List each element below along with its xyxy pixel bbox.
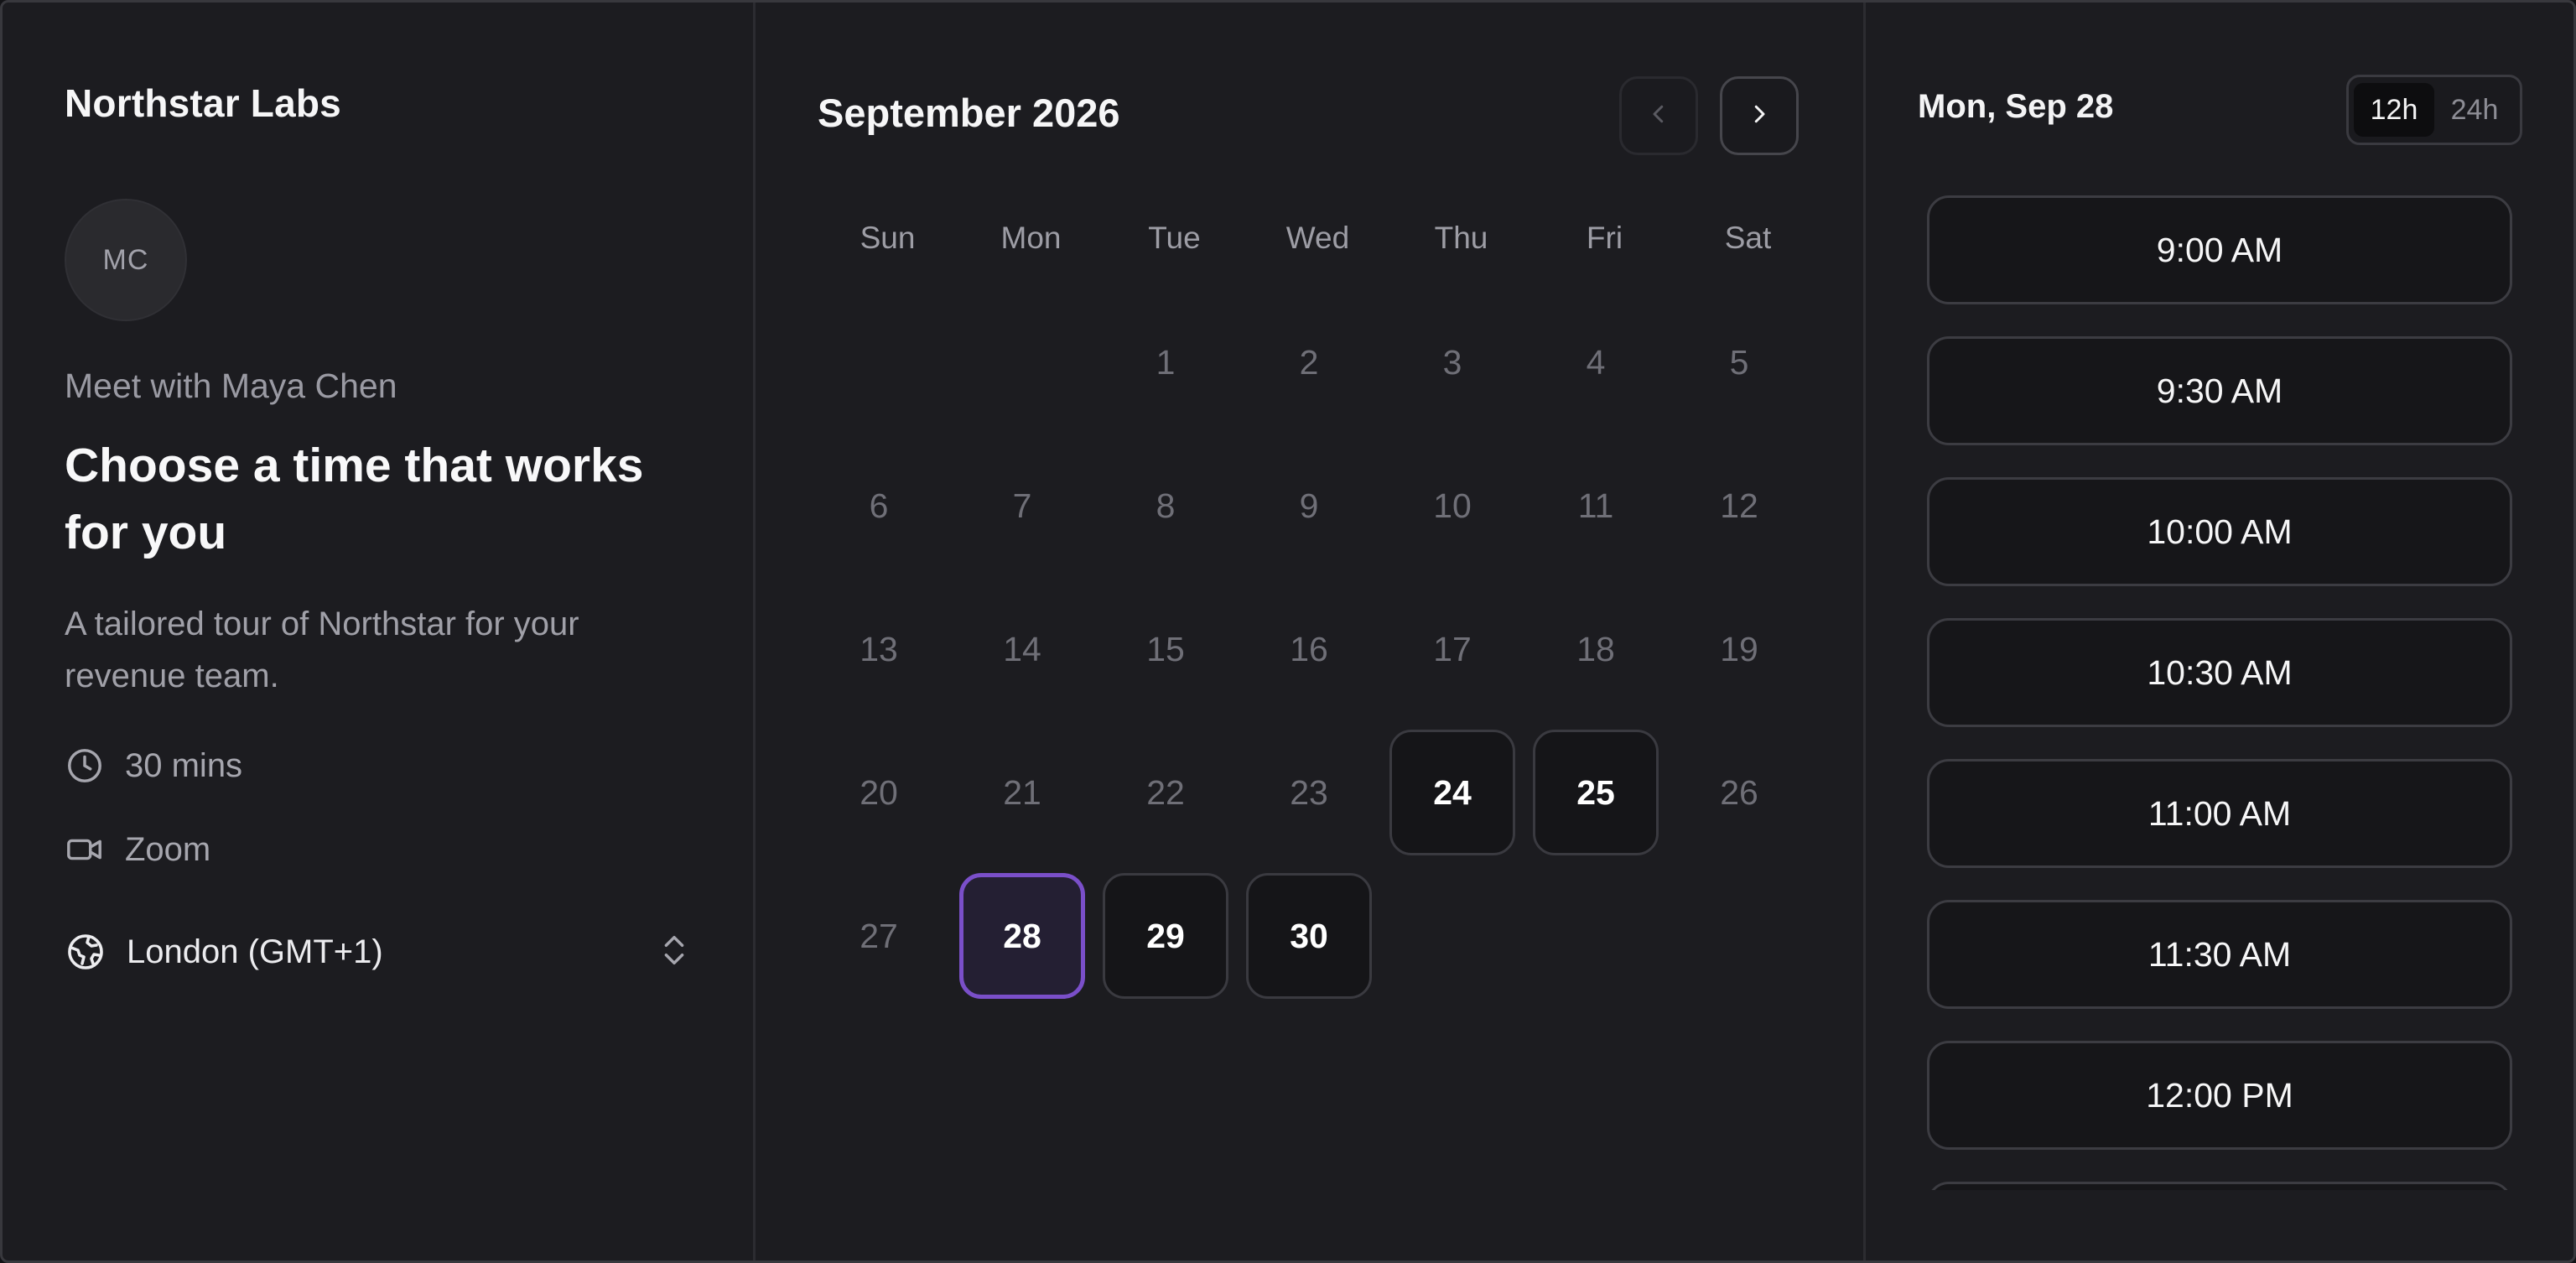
calendar-day-disabled: 13 [860, 629, 898, 668]
time-format-toggle: 12h 24h [2346, 75, 2522, 145]
time-slots-panel: Mon, Sep 28 12h 24h 9:00 AM 9:30 AM 10:0… [1866, 3, 2573, 1260]
next-month-button[interactable] [1720, 76, 1799, 155]
org-name: Northstar Labs [65, 81, 341, 125]
calendar-day-disabled: 9 [1299, 486, 1319, 525]
weekday-label: Thu [1434, 221, 1488, 255]
clock-icon [65, 746, 105, 786]
calendar-day-disabled: 26 [1720, 772, 1758, 812]
chevron-left-icon [1646, 101, 1671, 131]
time-slot-button[interactable]: 10:30 AM [1927, 618, 2512, 727]
time-slot-button[interactable]: 9:30 AM [1927, 336, 2512, 445]
weekday-label: Fri [1586, 221, 1623, 255]
time-slot-button[interactable]: 11:00 AM [1927, 759, 2512, 868]
time-slot-button[interactable]: 9:00 AM [1927, 195, 2512, 304]
calendar-day-disabled: 11 [1577, 486, 1614, 525]
calendar-day-disabled: 7 [1012, 486, 1032, 525]
timezone-selector[interactable]: London (GMT+1) [65, 927, 688, 977]
location-label: Zoom [125, 830, 211, 868]
selected-date-label: Mon, Sep 28 [1918, 88, 2114, 125]
calendar-day-available[interactable]: 30 [1246, 873, 1372, 999]
weekday-label: Tue [1148, 221, 1201, 255]
calendar-day-disabled: 14 [1003, 629, 1041, 668]
calendar-day-disabled: 27 [860, 916, 898, 955]
weekday-label: Mon [1000, 221, 1062, 255]
location-row: Zoom [65, 824, 691, 875]
globe-icon [65, 931, 106, 973]
calendar-day-disabled: 23 [1290, 772, 1328, 812]
event-info-panel: Northstar Labs MC Meet with Maya Chen Ch… [3, 3, 756, 1260]
calendar-day-disabled: 17 [1433, 629, 1472, 668]
video-camera-icon [65, 829, 105, 870]
time-slot-button[interactable]: 11:30 AM [1927, 900, 2512, 1009]
weekday-label: Sun [860, 221, 916, 255]
calendar-day-disabled: 5 [1729, 342, 1749, 382]
prev-month-button[interactable] [1619, 76, 1698, 155]
calendar-day-disabled: 22 [1146, 772, 1185, 812]
calendar-day-available[interactable]: 29 [1103, 873, 1228, 999]
chevron-right-icon [1747, 101, 1772, 131]
duration-row: 30 mins [65, 741, 691, 791]
calendar-day-disabled: 6 [869, 486, 889, 525]
booking-widget: Northstar Labs MC Meet with Maya Chen Ch… [0, 0, 2576, 1263]
calendar-day-disabled: 16 [1290, 629, 1328, 668]
calendar-day-disabled: 20 [860, 772, 898, 812]
calendar-day-selected[interactable]: 28 [959, 873, 1085, 999]
calendar-panel: September 2026 Sun Mon Tue Wed Thu Fri S… [756, 3, 1866, 1260]
calendar-day-disabled: 19 [1720, 629, 1758, 668]
timezone-label: London (GMT+1) [127, 933, 383, 970]
event-description: A tailored tour of Northstar for your re… [65, 606, 579, 694]
weekday-label: Wed [1285, 221, 1350, 255]
calendar-day-disabled: 18 [1576, 629, 1615, 668]
page-title: Choose a time that works for you [65, 439, 644, 559]
format-24h-option[interactable]: 24h [2434, 83, 2515, 137]
calendar-day-available[interactable]: 25 [1533, 730, 1659, 855]
weekday-header: Sun Mon Tue Wed Thu Fri Sat [816, 217, 1805, 259]
calendar-day-disabled: 12 [1720, 486, 1758, 525]
host-meet-text: Meet with Maya Chen [65, 366, 397, 405]
calendar-day-disabled: 2 [1299, 342, 1319, 382]
calendar-day-disabled: 21 [1003, 772, 1041, 812]
calendar-day-disabled: 8 [1156, 486, 1176, 525]
time-slot-button[interactable]: 10:00 AM [1927, 477, 2512, 586]
time-slot-button[interactable] [1927, 1182, 2512, 1190]
month-label: September 2026 [818, 91, 1120, 135]
duration-label: 30 mins [125, 746, 243, 784]
calendar-grid: 1 2 3 4 5 6 7 8 9 10 11 12 13 14 15 16 17 18 19 20 21 22 23 24 2… [816, 299, 1802, 999]
calendar-day-disabled: 1 [1156, 342, 1176, 382]
calendar-day-disabled: 10 [1433, 486, 1472, 525]
weekday-label: Sat [1724, 221, 1772, 255]
calendar-day-disabled: 3 [1442, 342, 1462, 382]
format-12h-option[interactable]: 12h [2354, 83, 2434, 137]
calendar-day-available[interactable]: 24 [1389, 730, 1515, 855]
calendar-day-disabled: 4 [1586, 342, 1606, 382]
time-slot-button[interactable]: 12:00 PM [1927, 1041, 2512, 1150]
time-slot-list: 9:00 AM 9:30 AM 10:00 AM 10:30 AM 11:00 … [1927, 195, 2512, 1190]
timezone-display: London (GMT+1) [65, 931, 383, 973]
chevron-up-down-icon [660, 931, 688, 974]
avatar: MC [65, 199, 187, 321]
calendar-day-disabled: 15 [1146, 629, 1185, 668]
